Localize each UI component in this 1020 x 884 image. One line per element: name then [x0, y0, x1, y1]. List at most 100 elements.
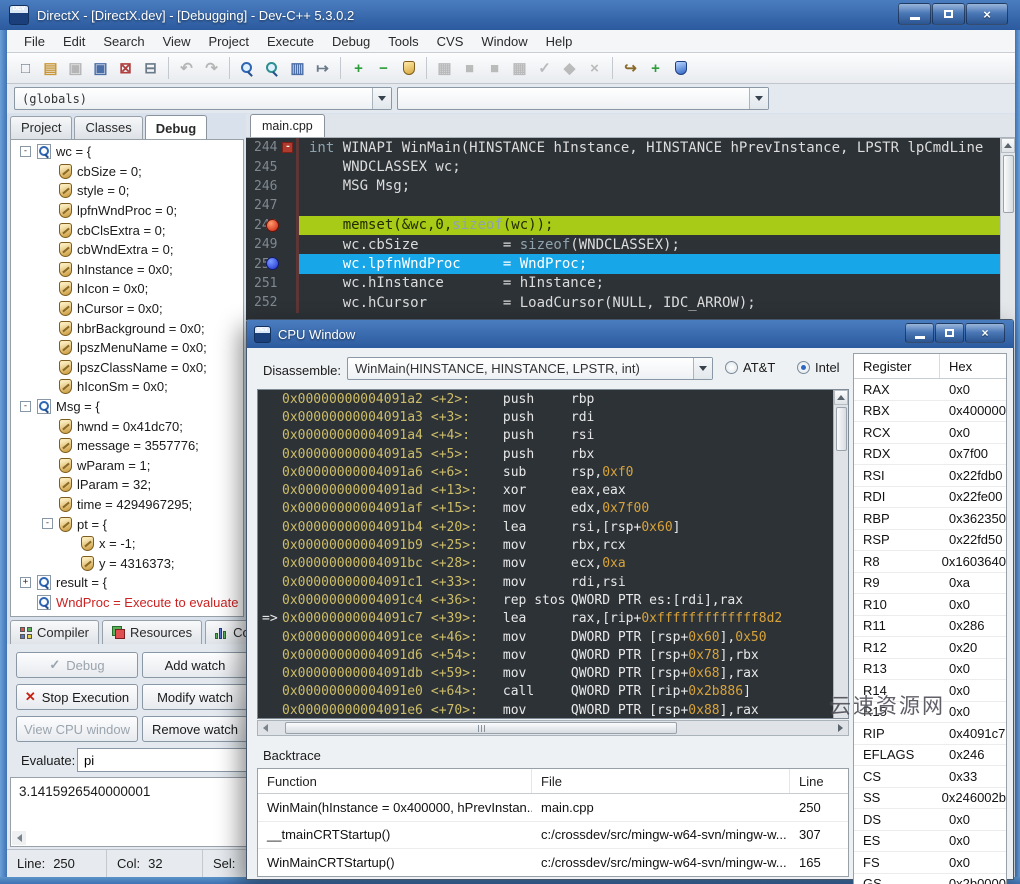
- disasm-row[interactable]: 0x00000000004091a4<+4>:pushrsi: [258, 427, 848, 445]
- code-text[interactable]: int WINAPI WinMain(HINSTANCE hInstance, …: [299, 138, 1000, 157]
- watch-tree-item[interactable]: lpszMenuName = 0x0;: [11, 338, 243, 358]
- maximize-button[interactable]: [932, 3, 965, 25]
- save-all-button[interactable]: ▣: [88, 56, 113, 81]
- cpu-maximize-button[interactable]: [935, 323, 964, 343]
- scrollbar-thumb[interactable]: [1003, 155, 1014, 213]
- scope-combobox[interactable]: (globals): [14, 87, 392, 110]
- scrollbar-thumb[interactable]: [285, 722, 677, 734]
- code-text[interactable]: wc.cbSize = sizeof(WNDCLASSEX);: [299, 235, 1000, 254]
- disasm-row[interactable]: 0x00000000004091bc<+28>:movecx,0xa: [258, 555, 848, 573]
- scope-combobox-arrow[interactable]: [372, 88, 391, 109]
- register-row[interactable]: RCX0x0: [854, 422, 1006, 444]
- watch-tree-item[interactable]: hInstance = 0x0;: [11, 260, 243, 280]
- backtrace-row[interactable]: WinMain(hInstance = 0x400000, hPrevInsta…: [258, 794, 848, 822]
- register-row[interactable]: R90xa: [854, 573, 1006, 595]
- print-button[interactable]: ⊟: [138, 56, 163, 81]
- scrollbar-thumb[interactable]: [836, 407, 847, 451]
- disasm-row[interactable]: 0x00000000004091d6<+54>:movQWORD PTR [rs…: [258, 646, 848, 664]
- watch-tree-item[interactable]: hbrBackground = 0x0;: [11, 318, 243, 338]
- collapse-icon[interactable]: -: [20, 401, 31, 412]
- menu-window[interactable]: Window: [472, 31, 536, 52]
- watch-tree-item[interactable]: message = 3557776;: [11, 436, 243, 456]
- disasm-row[interactable]: 0x00000000004091b9<+25>:movrbx,rcx: [258, 536, 848, 554]
- backtrace-row[interactable]: WinMainCRTStartup()c:/crossdev/src/mingw…: [258, 849, 848, 877]
- watch-tree-item[interactable]: -pt = {: [11, 514, 243, 534]
- close-button[interactable]: ×: [966, 3, 1008, 25]
- cpu-close-button[interactable]: ×: [965, 323, 1005, 343]
- add-to-project-button[interactable]: +: [346, 56, 371, 81]
- scroll-left-button[interactable]: [258, 721, 273, 735]
- watch-tree-item[interactable]: hIcon = 0x0;: [11, 279, 243, 299]
- scroll-up-button[interactable]: [834, 390, 848, 405]
- profile-shield-button[interactable]: [396, 56, 421, 81]
- rebuild-all-button[interactable]: ▦: [507, 56, 532, 81]
- register-row[interactable]: FS0x0: [854, 852, 1006, 874]
- disasm-row[interactable]: 0x00000000004091e0<+64>:callQWORD PTR [r…: [258, 683, 848, 701]
- editor-vertical-scrollbar[interactable]: [1000, 138, 1015, 320]
- watch-tree-item[interactable]: lpszClassName = 0x0;: [11, 358, 243, 378]
- disassembly-panel[interactable]: 0x00000000004091a2<+2>:pushrbp 0x00000000…: [257, 389, 849, 719]
- disasm-row[interactable]: 0x00000000004091c1<+33>:movrdi,rsi: [258, 573, 848, 591]
- open-file-button[interactable]: ▤: [38, 56, 63, 81]
- watch-tree-item[interactable]: hCursor = 0x0;: [11, 299, 243, 319]
- register-row[interactable]: R100x0: [854, 594, 1006, 616]
- cpu-minimize-button[interactable]: [905, 323, 934, 343]
- menu-search[interactable]: Search: [94, 31, 153, 52]
- register-row[interactable]: RDI0x22fe00: [854, 487, 1006, 509]
- register-row[interactable]: DS0x0: [854, 809, 1006, 831]
- tab-compile-log[interactable]: Compile Log: [205, 620, 246, 644]
- title-bar[interactable]: DEV DirectX - [DirectX.dev] - [Debugging…: [0, 0, 1020, 30]
- watch-tree-item[interactable]: cbClsExtra = 0;: [11, 220, 243, 240]
- register-row[interactable]: RBP0x362350: [854, 508, 1006, 530]
- find-in-files-button[interactable]: [260, 56, 285, 81]
- tab-debug[interactable]: Debug: [145, 115, 207, 140]
- member-combobox[interactable]: [397, 87, 769, 110]
- watch-tree-item[interactable]: x = -1;: [11, 534, 243, 554]
- disasm-row[interactable]: 0x00000000004091a2<+2>:pushrbp: [258, 390, 848, 408]
- register-row[interactable]: ES0x0: [854, 831, 1006, 853]
- add-template-button[interactable]: +: [643, 56, 668, 81]
- code-text[interactable]: MSG Msg;: [299, 177, 1000, 196]
- gutter-line-number[interactable]: 248: [246, 216, 296, 235]
- debug-shield-button[interactable]: [668, 56, 693, 81]
- disasm-row[interactable]: 0x00000000004091e6<+70>:movQWORD PTR [rs…: [258, 701, 848, 719]
- disasm-row[interactable]: =>0x00000000004091c7<+39>:learax,[rip+0x…: [258, 610, 848, 628]
- close-file-button[interactable]: ⊠: [113, 56, 138, 81]
- menu-edit[interactable]: Edit: [54, 31, 94, 52]
- scroll-up-button[interactable]: [1001, 138, 1015, 153]
- code-editor[interactable]: 244-int WINAPI WinMain(HINSTANCE hInstan…: [246, 138, 1000, 320]
- disassembly-horizontal-scrollbar[interactable]: [257, 720, 849, 736]
- watch-tree-item[interactable]: time = 4294967295;: [11, 495, 243, 515]
- replace-button[interactable]: ▥: [285, 56, 310, 81]
- editor-tab-main-cpp[interactable]: main.cpp: [250, 114, 325, 137]
- code-line-252[interactable]: 252 wc.hCursor = LoadCursor(NULL, IDC_AR…: [246, 293, 1000, 312]
- insert-button[interactable]: ↪: [618, 56, 643, 81]
- fold-collapse-icon[interactable]: -: [282, 142, 293, 153]
- function-combobox[interactable]: WinMain(HINSTANCE, HINSTANCE, LPSTR, int…: [347, 357, 713, 380]
- register-row[interactable]: RIP0x4091c7: [854, 723, 1006, 745]
- disasm-row[interactable]: 0x00000000004091af<+15>:movedx,0x7f00: [258, 500, 848, 518]
- menu-view[interactable]: View: [154, 31, 200, 52]
- function-combobox-arrow[interactable]: [693, 358, 712, 379]
- code-text[interactable]: wc.hCursor = LoadCursor(NULL, IDC_ARROW)…: [299, 293, 1000, 312]
- disasm-row[interactable]: 0x00000000004091b4<+20>:learsi,[rsp+0x60…: [258, 518, 848, 536]
- register-row[interactable]: GS0x2b0000: [854, 874, 1006, 884]
- menu-project[interactable]: Project: [200, 31, 258, 52]
- watch-tree-item[interactable]: cbWndExtra = 0;: [11, 240, 243, 260]
- code-text[interactable]: wc.hInstance = hInstance;: [299, 274, 1000, 293]
- gutter-line-number[interactable]: 251: [246, 274, 296, 293]
- gutter-line-number[interactable]: 252: [246, 293, 296, 312]
- code-text[interactable]: WNDCLASSEX wc;: [299, 157, 1000, 176]
- code-line-248[interactable]: 248 memset(&wc,0,sizeof(wc));: [246, 216, 1000, 235]
- syntax-check-button[interactable]: ✓: [532, 56, 557, 81]
- radio-icon[interactable]: [725, 361, 738, 374]
- watch-tree-item[interactable]: lParam = 32;: [11, 475, 243, 495]
- goto-line-button[interactable]: ↦: [310, 56, 335, 81]
- code-line-245[interactable]: 245 WNDCLASSEX wc;: [246, 157, 1000, 176]
- watch-tree-item[interactable]: lpfnWndProc = 0;: [11, 201, 243, 221]
- stop-execution-button[interactable]: ✕Stop Execution: [16, 684, 138, 710]
- menu-help[interactable]: Help: [537, 31, 582, 52]
- watch-tree-item[interactable]: WndProc = Execute to evaluate: [11, 593, 243, 613]
- tab-project[interactable]: Project: [10, 116, 72, 139]
- watch-tree-item[interactable]: -Msg = {: [11, 397, 243, 417]
